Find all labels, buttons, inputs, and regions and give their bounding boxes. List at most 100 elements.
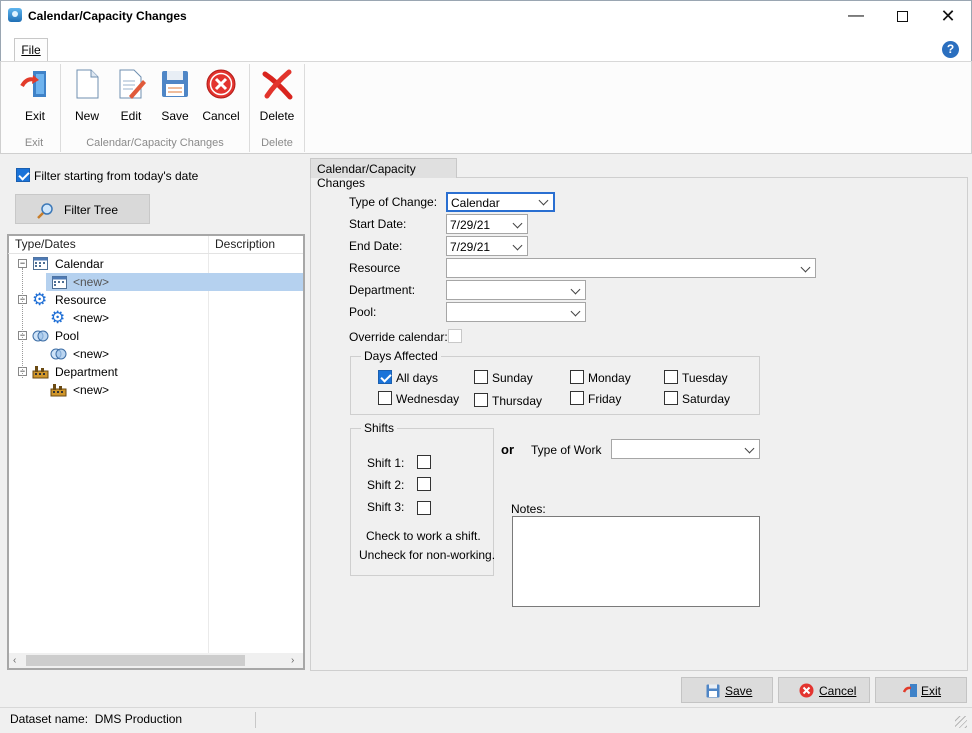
friday-checkbox[interactable] — [570, 391, 584, 405]
ribbon-group-exit: Exit — [24, 137, 44, 149]
tab-calendar-capacity[interactable]: Calendar/Capacity Changes — [310, 158, 457, 190]
delete-button[interactable]: Delete — [255, 66, 299, 124]
help-icon[interactable]: ? — [942, 41, 959, 58]
wednesday-label: Wednesday — [396, 392, 460, 406]
filter-today-label: Filter starting from today's date — [34, 169, 199, 183]
resource-label: Resource — [349, 261, 401, 275]
resource-select[interactable] — [446, 258, 816, 278]
save-button-label: Save — [725, 684, 753, 698]
chevron-down-icon — [570, 306, 581, 317]
calendar-icon — [33, 257, 48, 270]
new-document-icon — [76, 69, 99, 99]
exit-ribbon-label: Exit — [24, 109, 45, 123]
type-of-work-select[interactable] — [611, 439, 760, 459]
pool-label: Pool: — [349, 305, 377, 319]
start-date-picker[interactable]: 7/29/21 — [446, 214, 528, 234]
days-affected-title: Days Affected — [361, 349, 441, 363]
type-of-change-value: Calendar — [451, 196, 500, 210]
department-select[interactable] — [446, 280, 586, 300]
end-date-picker[interactable]: 7/29/21 — [446, 236, 528, 256]
start-date-label: Start Date: — [349, 217, 407, 231]
thursday-label: Thursday — [492, 394, 543, 408]
exit-door-icon — [903, 684, 917, 697]
tree-connector — [22, 268, 23, 378]
type-of-change-select[interactable]: Calendar — [446, 192, 555, 212]
exit-button[interactable]: Exit — [875, 677, 967, 703]
tree-node-department[interactable]: − Department — [9, 363, 303, 381]
all-days-label: All days — [396, 371, 439, 385]
tree-node-resource-new[interactable]: ⚙ <new> — [9, 308, 303, 327]
save-ribbon-button[interactable]: Save — [153, 66, 197, 124]
window-title: Calendar/Capacity Changes — [28, 9, 187, 23]
notes-textarea[interactable] — [512, 516, 760, 607]
exit-ribbon-button[interactable]: Exit — [13, 66, 57, 124]
all-days-checkbox[interactable] — [378, 370, 392, 384]
cancel-icon — [206, 69, 236, 99]
tree-node-pool[interactable]: − Pool — [9, 327, 303, 345]
exit-door-icon — [20, 71, 46, 97]
chevron-down-icon — [512, 218, 523, 229]
or-label: or — [501, 442, 514, 457]
tuesday-label: Tuesday — [682, 371, 728, 385]
new-label: New — [74, 109, 99, 123]
gear-icon: ⚙ — [32, 290, 48, 309]
column-header-description[interactable]: Description — [215, 237, 275, 254]
tuesday-checkbox[interactable] — [664, 370, 678, 384]
save-ribbon-label: Save — [161, 109, 189, 123]
delete-label: Delete — [259, 109, 295, 123]
end-date-label: End Date: — [349, 239, 403, 253]
tree-node-label: <new> — [73, 275, 110, 289]
pool-select[interactable] — [446, 302, 586, 322]
chevron-down-icon — [570, 284, 581, 295]
header-divider — [8, 253, 303, 254]
cancel-icon — [799, 683, 814, 698]
maximize-button[interactable] — [879, 0, 925, 32]
tree-node-department-new[interactable]: <new> — [9, 381, 303, 399]
sunday-label: Sunday — [492, 371, 533, 385]
thursday-checkbox[interactable] — [474, 393, 488, 407]
start-date-value: 7/29/21 — [450, 218, 491, 232]
department-icon — [32, 366, 49, 379]
collapse-icon[interactable]: − — [18, 259, 27, 268]
file-tab[interactable]: File — [14, 38, 48, 62]
shift3-checkbox[interactable] — [417, 501, 431, 515]
column-header-type-dates[interactable]: Type/Dates — [15, 237, 76, 254]
new-button[interactable]: New — [65, 66, 109, 124]
sunday-checkbox[interactable] — [474, 370, 488, 384]
scroll-right-icon[interactable]: › — [291, 655, 294, 666]
resize-grip-icon[interactable] — [955, 716, 967, 728]
edit-button[interactable]: Edit — [109, 66, 153, 124]
saturday-label: Saturday — [682, 392, 731, 406]
save-button[interactable]: Save — [681, 677, 773, 703]
wednesday-checkbox[interactable] — [378, 391, 392, 405]
tree-node-resource[interactable]: − ⚙ Resource — [9, 290, 303, 309]
saturday-checkbox[interactable] — [664, 391, 678, 405]
scroll-left-icon[interactable]: ‹ — [13, 655, 16, 666]
monday-checkbox[interactable] — [570, 370, 584, 384]
end-date-value: 7/29/21 — [450, 240, 491, 254]
type-of-change-label: Type of Change: — [349, 195, 438, 209]
override-calendar-checkbox[interactable] — [448, 329, 462, 343]
cancel-button[interactable]: Cancel — [778, 677, 870, 703]
shift2-checkbox[interactable] — [417, 477, 431, 491]
gear-icon: ⚙ — [50, 308, 66, 327]
minimize-button[interactable]: — — [833, 0, 879, 32]
tree-node-calendar-new[interactable]: <new> — [9, 273, 303, 291]
cancel-ribbon-button[interactable]: Cancel — [199, 66, 243, 124]
ribbon-separator — [304, 64, 305, 152]
type-of-work-label: Type of Work — [531, 443, 602, 457]
shift-hint-check: Check to work a shift. — [366, 529, 481, 543]
tree-node-calendar[interactable]: − Calendar — [9, 255, 303, 273]
filter-tree-button[interactable]: Filter Tree — [15, 194, 150, 224]
tree-node-label: Calendar — [55, 257, 104, 271]
scrollbar-thumb[interactable] — [26, 655, 245, 666]
tree-node-pool-new[interactable]: <new> — [9, 345, 303, 363]
tree-node-label: <new> — [73, 347, 110, 361]
cancel-ribbon-label: Cancel — [202, 109, 240, 123]
filter-today-checkbox[interactable] — [16, 168, 30, 182]
close-button[interactable]: ✕ — [925, 0, 971, 32]
tree-node-label: Pool — [55, 329, 80, 343]
save-disk-icon — [162, 71, 188, 97]
shift1-checkbox[interactable] — [417, 455, 431, 469]
chevron-down-icon — [512, 240, 523, 251]
